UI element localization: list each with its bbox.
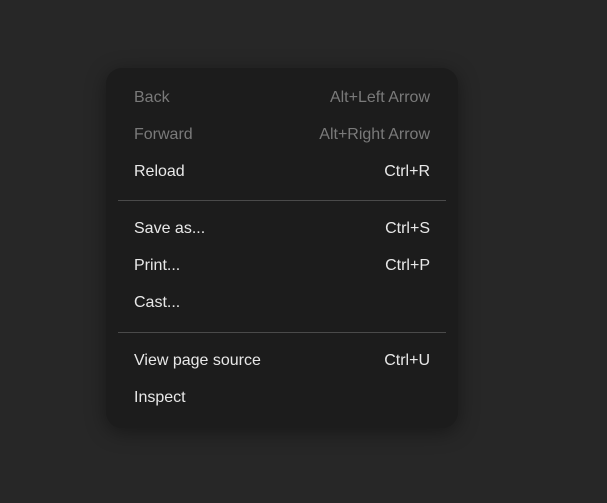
menu-separator [118,200,446,201]
menu-item-label: Reload [134,162,185,183]
menu-item-back[interactable]: Back Alt+Left Arrow [106,80,458,117]
menu-item-shortcut: Ctrl+U [384,351,430,372]
menu-item-label: Forward [134,125,193,146]
menu-item-label: Print... [134,256,180,277]
menu-item-save-as[interactable]: Save as... Ctrl+S [106,211,458,248]
menu-separator [118,332,446,333]
menu-item-view-source[interactable]: View page source Ctrl+U [106,343,458,380]
menu-item-shortcut: Ctrl+P [385,256,430,277]
context-menu: Back Alt+Left Arrow Forward Alt+Right Ar… [106,68,458,428]
menu-item-label: Save as... [134,219,205,240]
menu-item-inspect[interactable]: Inspect [106,380,458,417]
menu-item-label: Back [134,88,170,109]
menu-item-reload[interactable]: Reload Ctrl+R [106,154,458,191]
menu-item-shortcut: Ctrl+R [384,162,430,183]
menu-item-print[interactable]: Print... Ctrl+P [106,248,458,285]
menu-item-shortcut: Alt+Right Arrow [319,125,430,146]
menu-item-shortcut: Alt+Left Arrow [330,88,430,109]
menu-item-forward[interactable]: Forward Alt+Right Arrow [106,117,458,154]
menu-item-cast[interactable]: Cast... [106,285,458,322]
menu-item-label: Cast... [134,293,180,314]
menu-item-label: View page source [134,351,261,372]
menu-item-label: Inspect [134,388,186,409]
menu-item-shortcut: Ctrl+S [385,219,430,240]
